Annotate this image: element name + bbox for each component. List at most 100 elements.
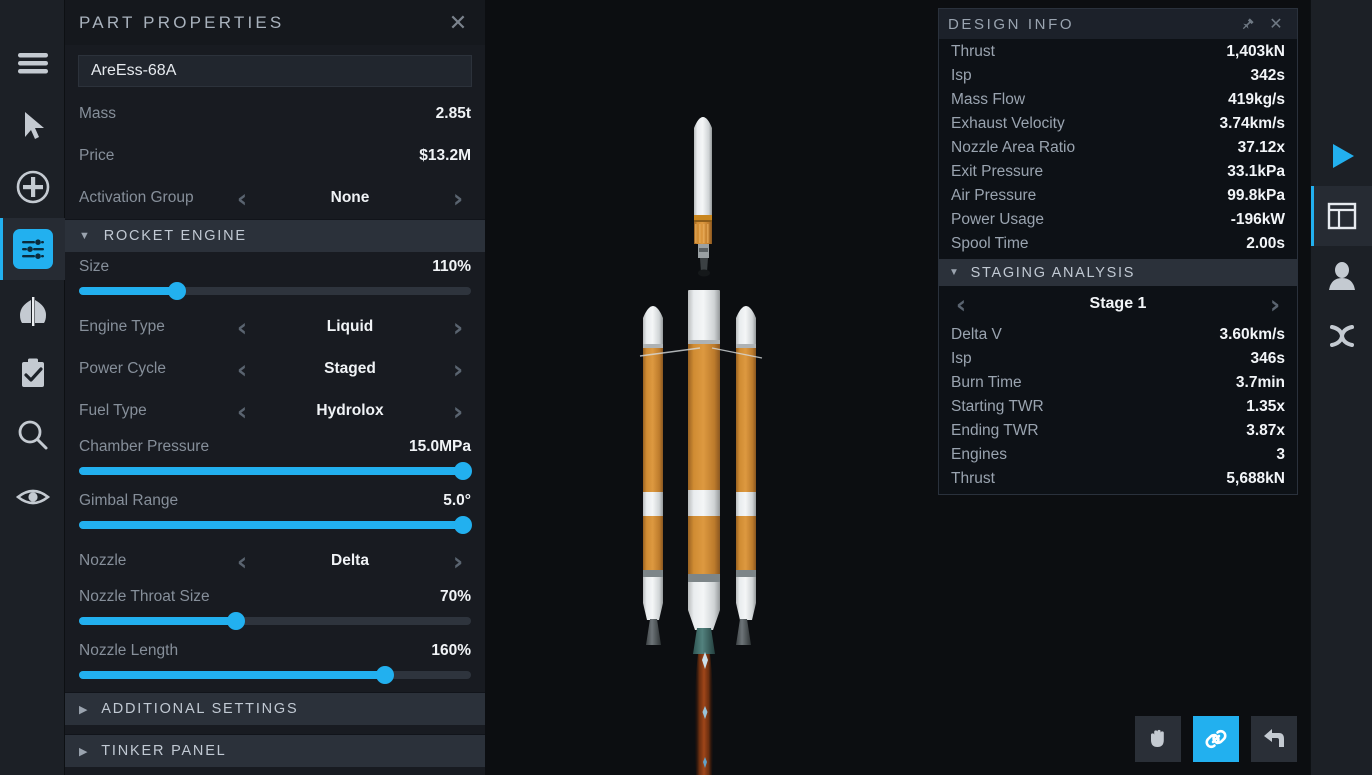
size-slider[interactable]: [79, 282, 471, 300]
slider-knob[interactable]: [226, 612, 245, 630]
slider-knob[interactable]: [454, 516, 473, 534]
gimbal-range-slider[interactable]: [79, 516, 473, 534]
chevron-right-icon[interactable]: ›: [445, 186, 471, 211]
section-title: TINKER PANEL: [101, 743, 227, 759]
stat-label: Thrust: [951, 43, 995, 60]
bottom-toolbar: [1135, 716, 1297, 762]
stat-value: 1.35x: [1246, 398, 1285, 415]
stat-value: 3: [1276, 446, 1285, 463]
design-info-stats: Thrust 1,403kN Isp 342s Mass Flow 419kg/s E…: [939, 39, 1297, 259]
chamber-pressure-slider[interactable]: [79, 462, 473, 480]
slider-row-nozzle-throat-size: Nozzle Throat Size 70%: [65, 582, 485, 630]
staging-stat-row: Starting TWR 1.35x: [939, 395, 1297, 419]
pan-tool-button[interactable]: [1135, 716, 1181, 762]
sidebar-item-visibility[interactable]: [0, 466, 65, 528]
nozzle-row: Nozzle ‹ Delta ›: [65, 540, 485, 582]
design-info-title: DESIGN INFO: [948, 15, 1075, 33]
part-name-field-wrap: [65, 45, 485, 93]
sidebar-item-menu[interactable]: [0, 32, 65, 94]
sidebar-item-add-part[interactable]: [0, 156, 65, 218]
stat-value: 37.12x: [1237, 139, 1285, 156]
sidebar-item-search[interactable]: [0, 404, 65, 466]
symmetry-icon: [14, 292, 52, 330]
sidebar-item-select[interactable]: [0, 94, 65, 156]
part-name-input[interactable]: [78, 55, 472, 87]
cursor-icon: [14, 106, 52, 144]
chevron-right-icon[interactable]: ›: [445, 315, 471, 340]
chevron-left-icon[interactable]: ‹: [229, 549, 255, 574]
section-staging-analysis[interactable]: ▼ STAGING ANALYSIS: [939, 259, 1297, 286]
chevron-right-icon[interactable]: ›: [445, 549, 471, 574]
rail-item-launch[interactable]: [1311, 126, 1372, 186]
sidebar-item-checklist[interactable]: [0, 342, 65, 404]
chevron-right-icon[interactable]: ›: [445, 357, 471, 382]
stat-label: Price: [79, 147, 115, 164]
nozzle-value: Delta: [331, 552, 369, 569]
undo-button[interactable]: [1251, 716, 1297, 762]
stat-value: 3.60km/s: [1219, 326, 1286, 343]
rail-item-crew[interactable]: [1311, 246, 1372, 306]
stat-label: Engines: [951, 446, 1008, 463]
link-parts-button[interactable]: [1193, 716, 1239, 762]
design-stat-row: Exhaust Velocity 3.74km/s: [939, 112, 1297, 136]
slider-fill: [79, 521, 464, 529]
fuel-type-row: Fuel Type ‹ Hydrolox ›: [65, 390, 485, 432]
sidebar-item-symmetry[interactable]: [0, 280, 65, 342]
slider-value: 5.0°: [443, 492, 471, 509]
rail-item-design-info[interactable]: [1311, 186, 1372, 246]
checklist-icon: [14, 354, 52, 392]
slider-label: Nozzle Length: [79, 642, 179, 659]
engine-type-row: Engine Type ‹ Liquid ›: [65, 306, 485, 348]
section-rocket-engine[interactable]: ▼ ROCKET ENGINE: [65, 219, 485, 252]
nozzle-label: Nozzle: [79, 552, 127, 569]
slider-label: Size: [79, 258, 110, 275]
slider-label: Nozzle Throat Size: [79, 588, 210, 605]
design-info-titlebar: DESIGN INFO ✕: [939, 9, 1297, 39]
design-info-panel: DESIGN INFO ✕ Thrust 1,403kN Isp 342s Mass…: [938, 8, 1298, 495]
stat-label: Isp: [951, 67, 972, 84]
right-toolbar: [1310, 0, 1372, 775]
section-title: ROCKET ENGINE: [103, 228, 247, 244]
stat-label: Delta V: [951, 326, 1002, 343]
stat-value: -196kW: [1230, 211, 1285, 228]
nozzle-length-slider[interactable]: [79, 666, 471, 684]
search-icon: [14, 416, 52, 454]
fuel-type-value: Hydrolox: [316, 402, 384, 419]
nozzle-throat-size-slider[interactable]: [79, 612, 471, 630]
pin-icon[interactable]: [1240, 17, 1264, 32]
chevron-left-icon[interactable]: ‹: [229, 399, 255, 424]
staging-stat-row: Thrust 5,688kN: [939, 467, 1297, 491]
section-tinker-panel[interactable]: ▶ TINKER PANEL: [65, 734, 485, 767]
undo-arrow-icon: [1260, 725, 1288, 753]
design-stat-row: Nozzle Area Ratio 37.12x: [939, 136, 1297, 160]
chevron-left-icon[interactable]: ‹: [229, 315, 255, 340]
stat-value: 2.85t: [435, 105, 471, 122]
section-title: ADDITIONAL SETTINGS: [101, 701, 299, 717]
part-properties-titlebar: PART PROPERTIES ✕: [65, 0, 485, 45]
chevron-left-icon[interactable]: ‹: [948, 292, 974, 317]
slider-knob[interactable]: [168, 282, 186, 300]
close-icon[interactable]: ✕: [445, 11, 471, 34]
stage-selector: ‹ Stage 1 ›: [939, 286, 1297, 322]
chevron-left-icon[interactable]: ‹: [229, 186, 255, 211]
chevron-right-icon[interactable]: ›: [1262, 292, 1288, 317]
stat-label: Nozzle Area Ratio: [951, 139, 1076, 156]
slider-knob[interactable]: [375, 666, 394, 684]
slider-fill: [79, 467, 464, 475]
chevron-right-icon[interactable]: ›: [445, 399, 471, 424]
slider-value: 15.0MPa: [408, 438, 471, 455]
chevron-left-icon[interactable]: ‹: [229, 357, 255, 382]
stat-label: Starting TWR: [951, 398, 1044, 415]
section-additional-settings[interactable]: ▶ ADDITIONAL SETTINGS: [65, 692, 485, 725]
power-cycle-label: Power Cycle: [79, 360, 166, 377]
menu-icon: [14, 44, 52, 82]
sidebar-item-part-properties[interactable]: [0, 218, 65, 280]
caret-down-icon: ▼: [79, 230, 92, 242]
slider-knob[interactable]: [454, 462, 473, 480]
slider-value: 70%: [439, 588, 471, 605]
rail-item-randomize[interactable]: [1311, 306, 1372, 366]
activation-group-label: Activation Group: [79, 189, 194, 206]
slider-value: 160%: [431, 642, 471, 659]
close-icon[interactable]: ✕: [1264, 14, 1288, 34]
stat-value: 33.1kPa: [1227, 163, 1285, 180]
